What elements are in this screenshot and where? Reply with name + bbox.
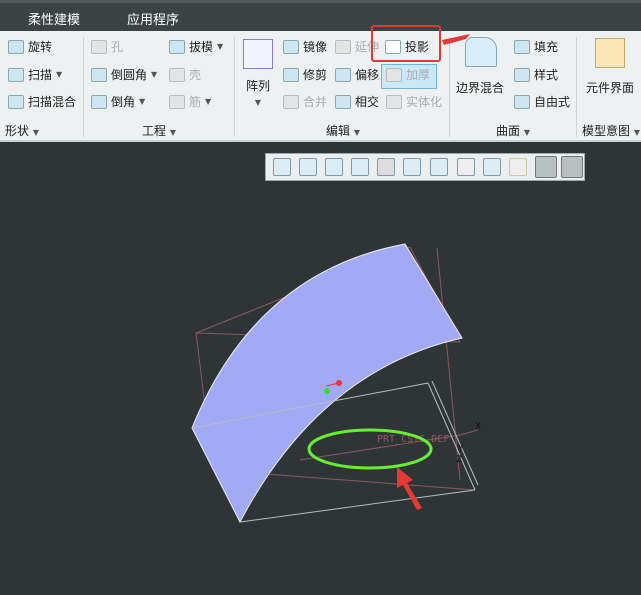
saved-orientations-icon[interactable]	[403, 158, 421, 176]
annotation-display-icon[interactable]	[561, 156, 583, 178]
zoom-in-icon[interactable]	[299, 158, 317, 176]
refit-icon[interactable]	[273, 158, 291, 176]
arrow-annotation	[442, 34, 470, 45]
graphics-area[interactable]: PRT_CSYS_DEF X Y Z	[0, 0, 641, 595]
surface[interactable]	[191, 243, 463, 524]
arrow-annotation	[397, 467, 422, 510]
axis-x-label: X	[475, 422, 481, 432]
zoom-out-icon[interactable]	[325, 158, 343, 176]
display-style-icon[interactable]	[377, 158, 395, 176]
repaint-icon[interactable]	[351, 158, 369, 176]
axis-y-label: Y	[457, 444, 464, 454]
section-icon[interactable]	[483, 158, 501, 176]
datum-display-icon[interactable]	[509, 158, 527, 176]
perspective-icon[interactable]	[457, 158, 475, 176]
axis-z-label: Z	[456, 455, 462, 465]
view-toolbar	[265, 153, 585, 181]
view-manager-icon[interactable]	[430, 158, 448, 176]
spin-center-icon[interactable]	[535, 156, 557, 178]
